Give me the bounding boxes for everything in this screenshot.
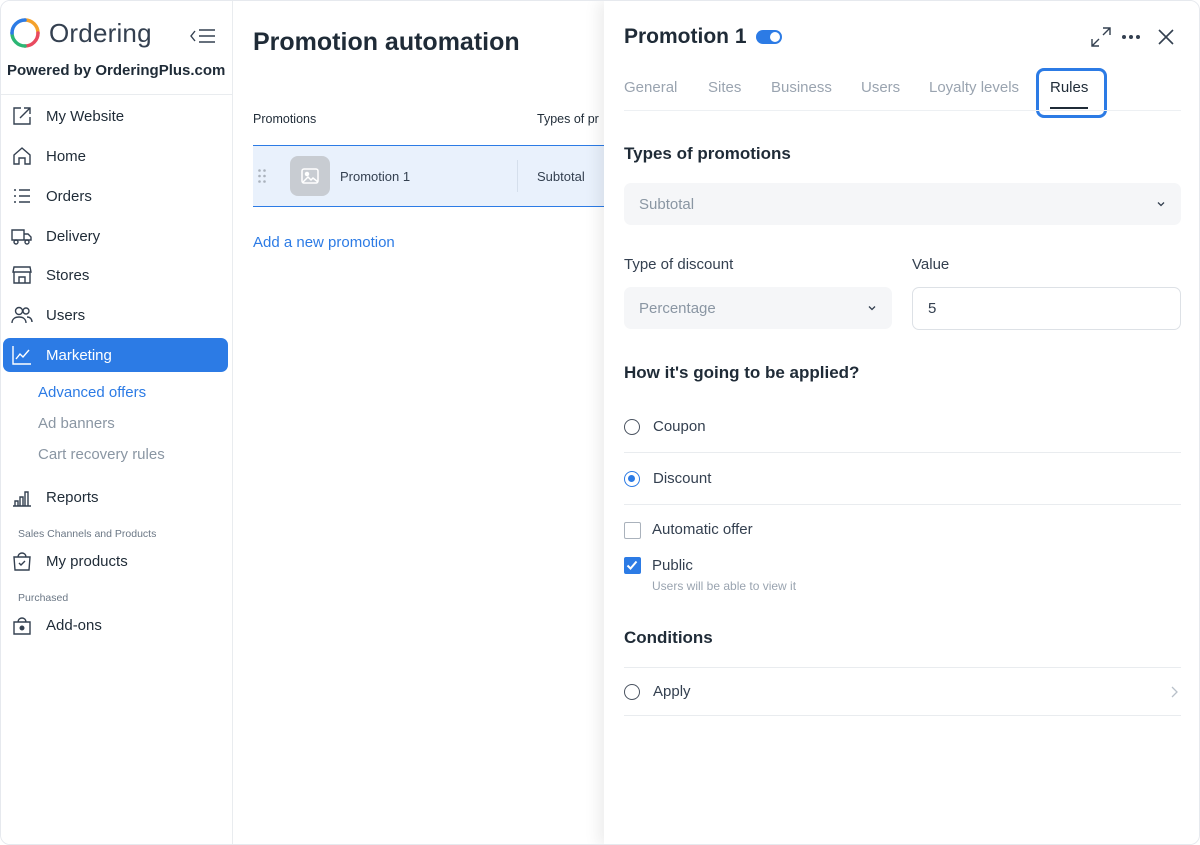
- store-icon: [11, 264, 33, 286]
- panel-title: Promotion 1: [624, 25, 747, 48]
- promotion-type-select[interactable]: Subtotal: [624, 183, 1181, 225]
- powered-by-text: Powered by OrderingPlus.com: [7, 62, 226, 79]
- apply-label: Apply: [653, 683, 691, 700]
- public-hint: Users will be able to view it: [652, 579, 797, 593]
- truck-icon: [11, 225, 33, 247]
- sidebar-item-my-website[interactable]: My Website: [3, 99, 228, 133]
- apply-condition-row[interactable]: Apply: [624, 667, 1181, 716]
- column-header-promotions: Promotions: [253, 112, 317, 126]
- sidebar-subitem-advanced-offers[interactable]: Advanced offers: [38, 384, 146, 401]
- image-placeholder-icon: [290, 156, 330, 196]
- close-icon[interactable]: [1155, 26, 1177, 48]
- sidebar: Ordering Powered by OrderingPlus.com My …: [1, 1, 233, 844]
- tab-sites[interactable]: Sites: [708, 79, 741, 96]
- sidebar-item-label: Users: [46, 306, 86, 324]
- promotion-detail-panel: Promotion 1 General Sites Business Users…: [604, 1, 1199, 844]
- main-content: Promotion automation Promotions Types of…: [233, 1, 605, 844]
- collapse-sidebar-button[interactable]: [189, 25, 217, 47]
- value-label: Value: [912, 256, 950, 273]
- applied-title: How it's going to be applied?: [624, 363, 860, 382]
- brand-name: Ordering: [49, 17, 152, 48]
- discount-radio[interactable]: [624, 470, 640, 487]
- tab-loyalty-levels[interactable]: Loyalty levels: [929, 79, 1019, 96]
- tab-users[interactable]: Users: [861, 79, 900, 96]
- chevron-down-icon: [1157, 202, 1165, 207]
- sidebar-item-label: Add-ons: [46, 616, 102, 634]
- sidebar-item-home[interactable]: Home: [3, 139, 228, 173]
- sidebar-item-my-products[interactable]: My products: [3, 544, 228, 578]
- promotion-type: Subtotal: [537, 169, 585, 184]
- sidebar-item-stores[interactable]: Stores: [3, 258, 228, 292]
- tab-general[interactable]: General: [624, 79, 677, 96]
- sidebar-item-label: My Website: [46, 107, 125, 125]
- public-checkbox[interactable]: [624, 557, 641, 574]
- section-label-sales-channels: Sales Channels and Products: [18, 528, 157, 540]
- table-row[interactable]: Promotion 1 Subtotal: [253, 145, 605, 207]
- page-title: Promotion automation: [253, 28, 520, 56]
- sidebar-item-label: Delivery: [46, 227, 101, 245]
- column-header-types: Types of pr: [537, 112, 599, 126]
- checkmark-icon: [626, 560, 638, 570]
- discount-type-value: Percentage: [639, 299, 716, 317]
- sidebar-item-users[interactable]: Users: [3, 298, 228, 332]
- discount-type-select[interactable]: Percentage: [624, 287, 892, 329]
- discount-type-label: Type of discount: [624, 256, 734, 273]
- conditions-title: Conditions: [624, 628, 713, 647]
- ordering-logo-icon: [10, 18, 40, 48]
- promotion-type-value: Subtotal: [639, 195, 695, 213]
- tab-rules[interactable]: Rules: [1050, 79, 1088, 96]
- users-icon: [11, 304, 33, 326]
- value-input[interactable]: [912, 287, 1181, 330]
- chevron-right-icon: [1171, 686, 1178, 698]
- lock-bag-icon: [11, 614, 33, 636]
- promotion-enabled-toggle[interactable]: [756, 30, 782, 44]
- public-label: Public: [652, 557, 693, 574]
- list-icon: [11, 185, 33, 207]
- tabs-divider: [624, 110, 1181, 111]
- sidebar-subitem-cart-recovery-rules[interactable]: Cart recovery rules: [38, 446, 165, 463]
- drag-handle-icon[interactable]: [257, 168, 267, 184]
- chevron-down-icon: [868, 306, 876, 311]
- sidebar-item-label: Reports: [46, 488, 99, 506]
- automatic-offer-label: Automatic offer: [652, 521, 753, 538]
- sidebar-item-label: Marketing: [46, 346, 112, 364]
- tab-business[interactable]: Business: [771, 79, 832, 96]
- add-promotion-link[interactable]: Add a new promotion: [253, 234, 395, 251]
- automatic-offer-checkbox[interactable]: [624, 522, 641, 539]
- types-of-promotions-title: Types of promotions: [624, 144, 791, 163]
- shopping-bag-icon: [11, 550, 33, 572]
- sidebar-item-label: Home: [46, 147, 87, 165]
- sidebar-item-marketing[interactable]: Marketing: [3, 338, 228, 372]
- app-window: Ordering Powered by OrderingPlus.com My …: [0, 0, 1200, 845]
- sidebar-item-orders[interactable]: Orders: [3, 179, 228, 213]
- apply-radio[interactable]: [624, 683, 640, 700]
- coupon-radio[interactable]: [624, 418, 640, 435]
- external-link-icon: [11, 105, 33, 127]
- chart-line-icon: [11, 344, 33, 366]
- expand-icon[interactable]: [1090, 26, 1112, 48]
- coupon-option[interactable]: Coupon: [624, 401, 1181, 453]
- more-options-icon[interactable]: [1120, 26, 1142, 48]
- sidebar-item-label: Orders: [46, 187, 92, 205]
- coupon-label: Coupon: [653, 418, 706, 435]
- collapse-menu-icon: [190, 29, 215, 43]
- bar-chart-icon: [11, 486, 33, 508]
- sidebar-subitem-ad-banners[interactable]: Ad banners: [38, 415, 115, 432]
- brand: Ordering: [9, 17, 152, 49]
- section-label-purchased: Purchased: [18, 592, 69, 604]
- sidebar-item-add-ons[interactable]: Add-ons: [3, 608, 228, 642]
- active-tab-underline: [1050, 107, 1088, 109]
- column-divider: [517, 160, 518, 192]
- discount-label: Discount: [653, 470, 712, 487]
- sidebar-item-reports[interactable]: Reports: [3, 480, 228, 514]
- sidebar-divider: [1, 94, 232, 95]
- home-icon: [11, 145, 33, 167]
- promotion-name: Promotion 1: [340, 169, 411, 184]
- sidebar-item-delivery[interactable]: Delivery: [3, 219, 228, 253]
- discount-option[interactable]: Discount: [624, 453, 1181, 505]
- sidebar-item-label: Stores: [46, 266, 90, 284]
- sidebar-item-label: My products: [46, 552, 128, 570]
